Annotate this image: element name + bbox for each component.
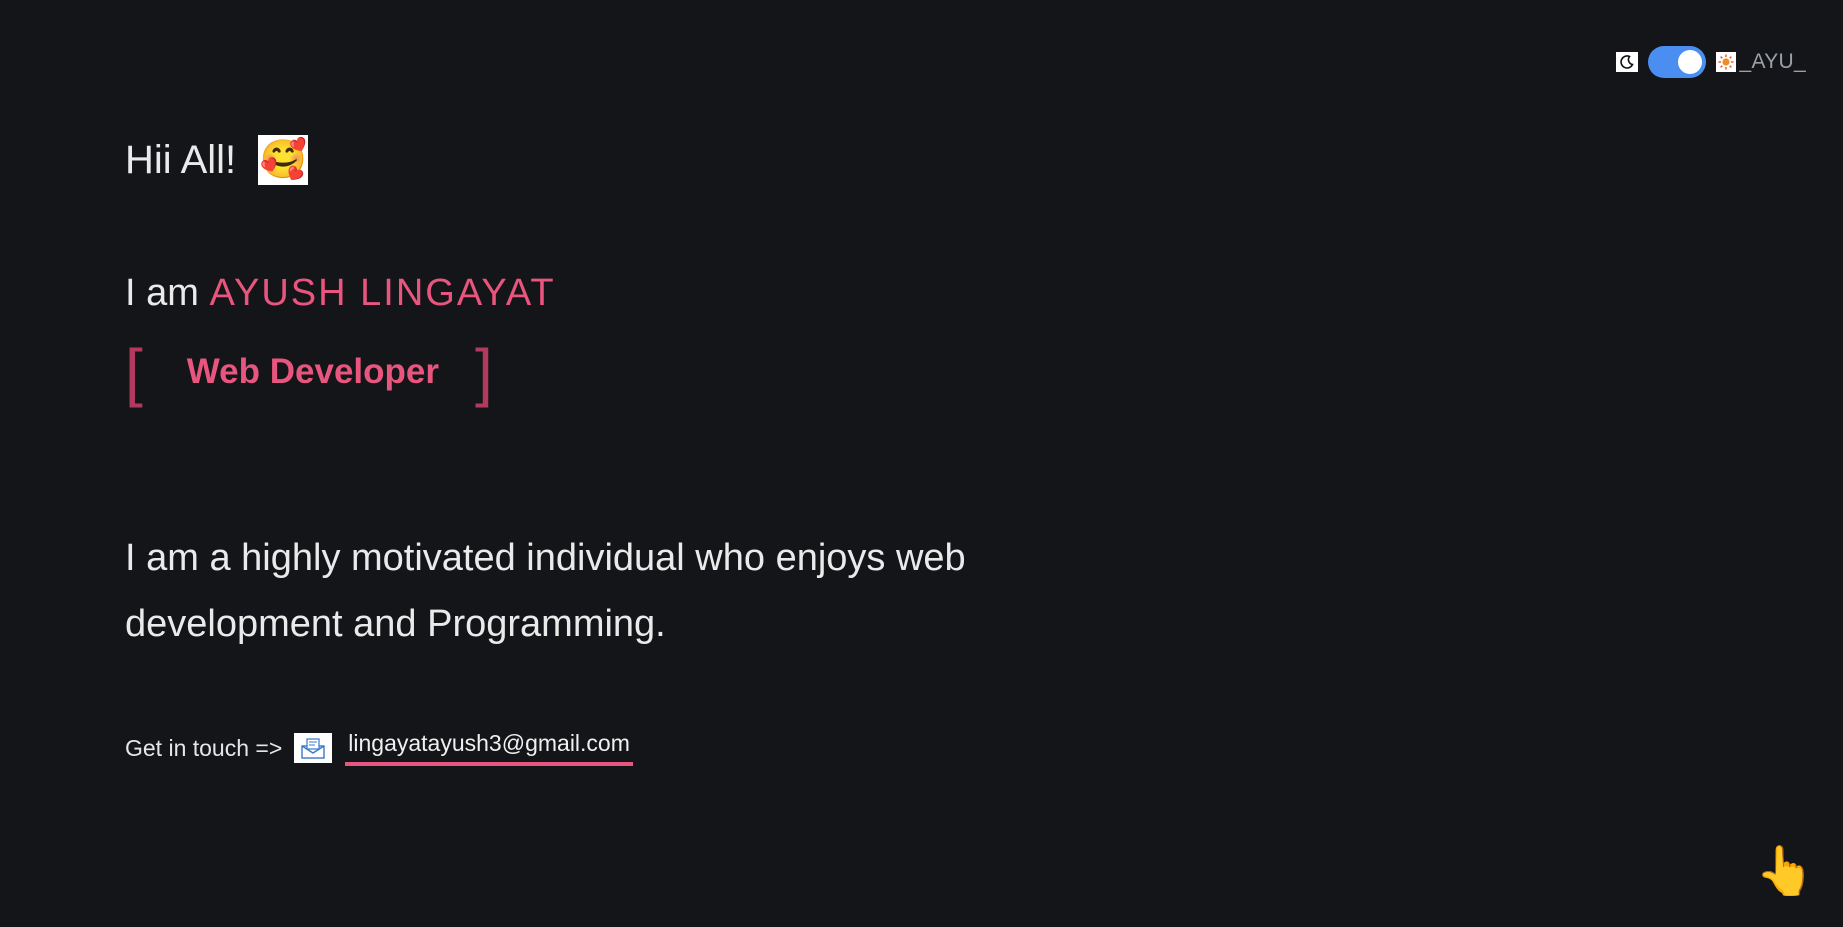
greeting-text: Hii All! xyxy=(125,137,237,182)
theme-toggle[interactable] xyxy=(1647,46,1706,78)
contact-label: Get in touch => xyxy=(125,734,283,761)
theme-toggle-knob xyxy=(1677,50,1702,74)
hero-section: Hii All! 🥰 I am AYUSH LINGAYAT [ Web Dev… xyxy=(125,130,966,766)
role-line: [ Web Developer ] xyxy=(125,340,493,404)
brand-logo[interactable]: _AYU_ xyxy=(1740,50,1806,74)
mail-icon xyxy=(294,733,333,763)
intro-line: I am AYUSH LINGAYAT xyxy=(125,272,556,315)
smiling-face-with-hearts-icon: 🥰 xyxy=(258,135,309,185)
theme-switcher: _AYU_ xyxy=(1615,46,1806,78)
greeting: Hii All! 🥰 xyxy=(125,130,309,190)
intro-prefix: I am xyxy=(125,272,210,314)
role-text: Web Developer xyxy=(186,352,439,391)
contact-line: Get in touch => lingayatayush3@gmail.com xyxy=(125,730,633,766)
bio-text: I am a highly motivated individual who e… xyxy=(125,537,966,645)
person-name: AYUSH LINGAYAT xyxy=(209,272,556,314)
sun-icon[interactable] xyxy=(1715,52,1736,72)
email-link[interactable]: lingayatayush3@gmail.com xyxy=(345,730,633,766)
bracket-open: [ xyxy=(125,336,143,408)
moon-icon[interactable] xyxy=(1615,52,1638,72)
portfolio-page: _AYU_ Hii All! 🥰 I am AYUSH LINGAYAT [ W… xyxy=(0,0,1843,927)
bracket-close: ] xyxy=(475,336,493,408)
pointing-up-hand-icon[interactable]: 👆 xyxy=(1755,848,1815,896)
